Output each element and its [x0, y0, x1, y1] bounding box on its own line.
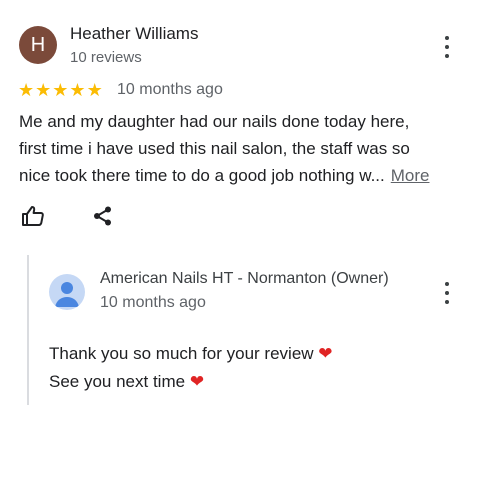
star-icon: ★: [52, 80, 69, 100]
star-icon: ★: [69, 80, 86, 100]
reply-text-line: See you next time ❤: [49, 372, 205, 391]
more-link[interactable]: More: [391, 166, 430, 185]
reply-divider: [27, 255, 29, 405]
review-text-line: nice took there time to do a good job no…: [19, 166, 430, 185]
heart-icon: ❤: [189, 372, 205, 391]
review-text: Me and my daughter had our nails done to…: [19, 108, 469, 189]
reviewer-avatar[interactable]: H: [19, 26, 57, 64]
reviewer-review-count: 10 reviews: [70, 49, 142, 66]
reply-time: 10 months ago: [100, 294, 206, 311]
person-icon[interactable]: [49, 274, 85, 310]
review-more-options-icon[interactable]: [442, 36, 452, 58]
review-time: 10 months ago: [117, 81, 223, 98]
owner-name[interactable]: American Nails HT - Normanton (Owner): [100, 270, 389, 288]
reply-text-line: Thank you so much for your review ❤: [49, 344, 333, 363]
reviewer-name[interactable]: Heather Williams: [70, 24, 198, 44]
star-rating: ★ ★ ★ ★ ★: [18, 80, 103, 100]
review-text-line: first time i have used this nail salon, …: [19, 139, 410, 158]
review-text-line: Me and my daughter had our nails done to…: [19, 112, 410, 131]
thumbs-up-icon[interactable]: [21, 204, 45, 228]
star-icon: ★: [86, 80, 103, 100]
reply-text: Thank you so much for your review ❤ See …: [49, 340, 333, 396]
star-icon: ★: [18, 80, 35, 100]
star-icon: ★: [35, 80, 52, 100]
heart-icon: ❤: [318, 344, 333, 363]
share-icon[interactable]: [92, 205, 114, 227]
reply-more-options-icon[interactable]: [442, 282, 452, 304]
